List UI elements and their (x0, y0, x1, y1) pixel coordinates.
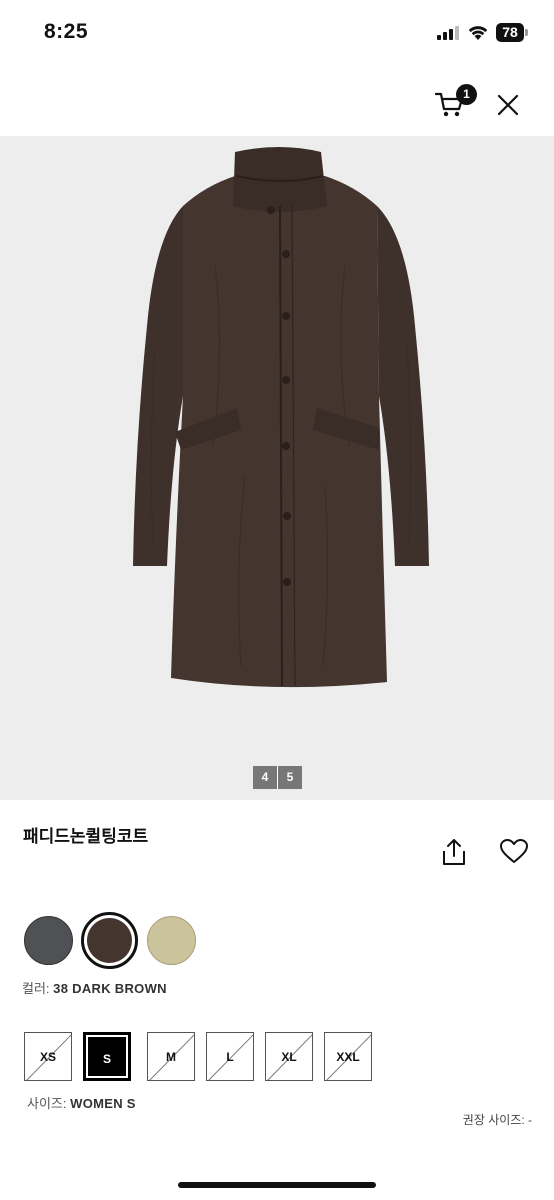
size-label: 사이즈: WOMEN S (27, 1093, 136, 1112)
signal-icon (437, 26, 459, 40)
battery-level: 78 (496, 23, 524, 42)
pager-total: 5 (278, 766, 302, 789)
size-label-xl: XL (281, 1050, 297, 1064)
status-bar: 8:25 78 (0, 0, 554, 66)
size-option-xxl[interactable]: XXL (324, 1032, 372, 1081)
color-label-prefix: 컬러: (22, 981, 50, 996)
home-indicator (178, 1182, 376, 1188)
recommended-size: 권장 사이즈: - (462, 1113, 532, 1127)
size-options: XS S M L XL XXL (24, 1032, 384, 1082)
size-label-xs: XS (39, 1050, 56, 1064)
color-swatch-beige[interactable] (147, 916, 196, 965)
battery-indicator: 78 (496, 23, 528, 42)
size-value: WOMEN S (70, 1096, 136, 1111)
share-icon[interactable] (441, 838, 467, 866)
size-option-xs[interactable]: XS (24, 1032, 72, 1081)
size-label-m: M (166, 1050, 176, 1064)
coat-image (133, 147, 429, 688)
size-option-xl[interactable]: XL (265, 1032, 313, 1081)
product-image[interactable]: 4 5 (0, 136, 554, 800)
close-icon[interactable] (497, 94, 519, 116)
wifi-icon (468, 26, 488, 40)
color-swatch-dark-gray[interactable] (24, 916, 73, 965)
color-value: 38 DARK BROWN (53, 981, 167, 996)
pager-current: 4 (253, 766, 277, 789)
color-label: 컬러: 38 DARK BROWN (22, 978, 167, 997)
image-pager: 4 5 (253, 766, 302, 789)
color-swatches (24, 912, 224, 970)
size-label-xxl: XXL (336, 1050, 360, 1064)
battery-tip (525, 29, 528, 36)
size-option-l[interactable]: L (206, 1032, 254, 1081)
product-title: 패디드논퀼팅코트 (23, 827, 149, 846)
size-label-prefix: 사이즈: (27, 1096, 67, 1111)
status-time: 8:25 (44, 20, 89, 43)
size-label-s: S (102, 1052, 111, 1066)
cart-count-badge: 1 (456, 84, 477, 105)
color-swatch-dark-brown[interactable] (81, 912, 138, 969)
header: 1 (0, 66, 554, 136)
size-option-s[interactable]: S (83, 1032, 131, 1081)
heart-icon[interactable] (500, 839, 528, 864)
size-label-l: L (226, 1050, 234, 1064)
size-option-m[interactable]: M (147, 1032, 195, 1081)
